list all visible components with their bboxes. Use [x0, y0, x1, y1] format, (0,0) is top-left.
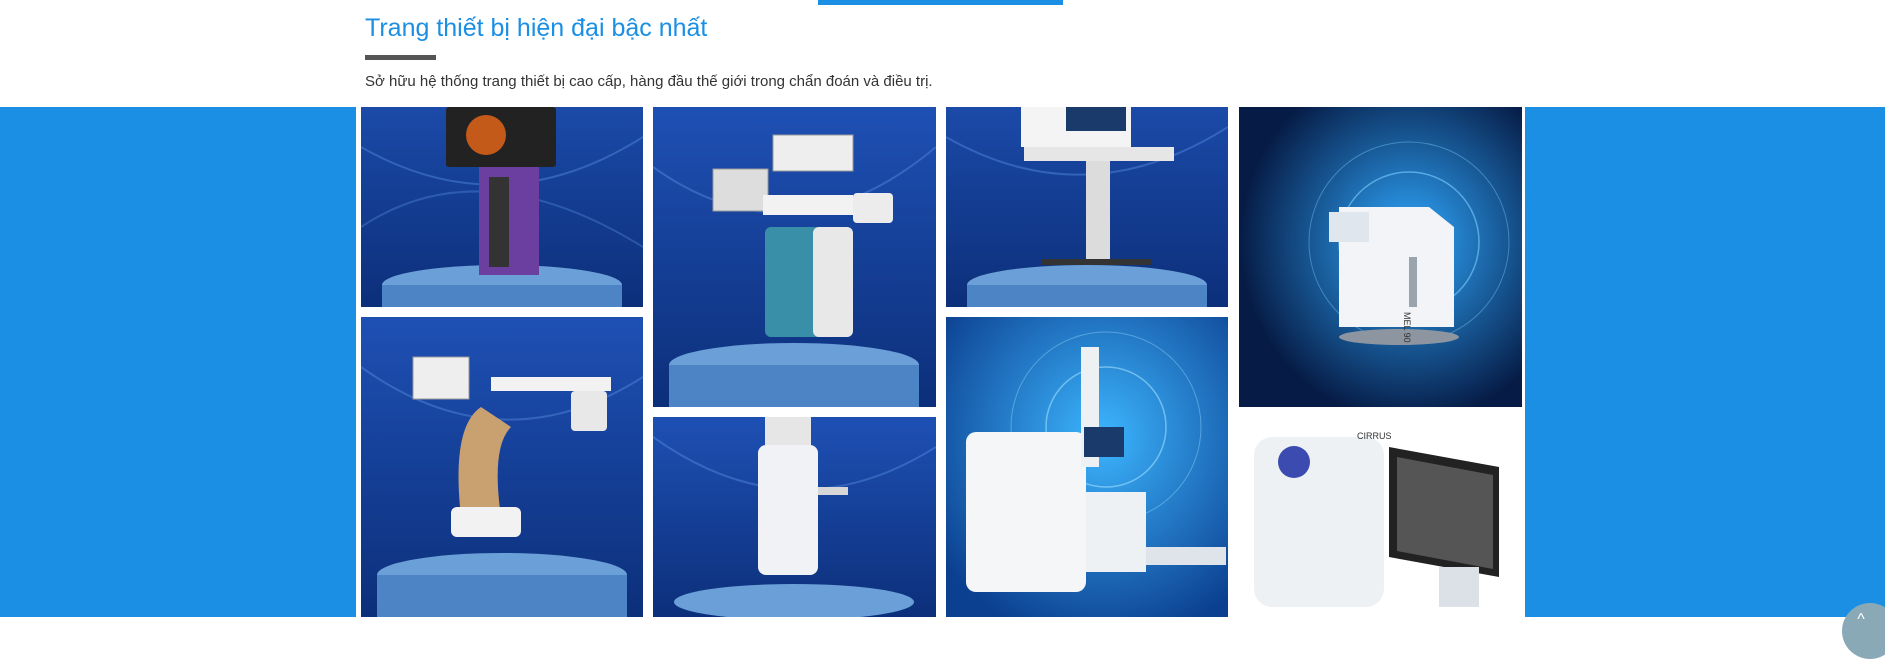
visumax-laser-image[interactable]	[946, 317, 1228, 617]
device-label: MEL 90	[1402, 312, 1412, 343]
scroll-top-glyph: ^	[1857, 611, 1865, 628]
equipment-gallery: MEL 90 CIRRUS	[356, 107, 1525, 617]
femtosecond-laser-image[interactable]: MEL 90	[1239, 107, 1522, 407]
surgical-console-image[interactable]	[361, 107, 643, 307]
bottom-strip	[0, 617, 1885, 628]
excimer-laser-image[interactable]	[653, 107, 936, 407]
section-subtitle: Sở hữu hệ thống trang thiết bị cao cấp, …	[365, 73, 933, 90]
oct-scanner-image[interactable]: CIRRUS	[1239, 417, 1522, 617]
ophthalmic-workstation-image[interactable]	[946, 107, 1228, 307]
section-title: Trang thiết bị hiện đại bậc nhất	[365, 14, 708, 42]
surgical-microscope-image[interactable]	[361, 317, 643, 617]
title-underline	[365, 55, 436, 60]
device-label: CIRRUS	[1357, 431, 1392, 441]
phaco-system-image[interactable]	[653, 417, 936, 617]
chevron-up-icon[interactable]: ^	[1842, 603, 1885, 659]
top-accent-bar	[818, 0, 1063, 5]
